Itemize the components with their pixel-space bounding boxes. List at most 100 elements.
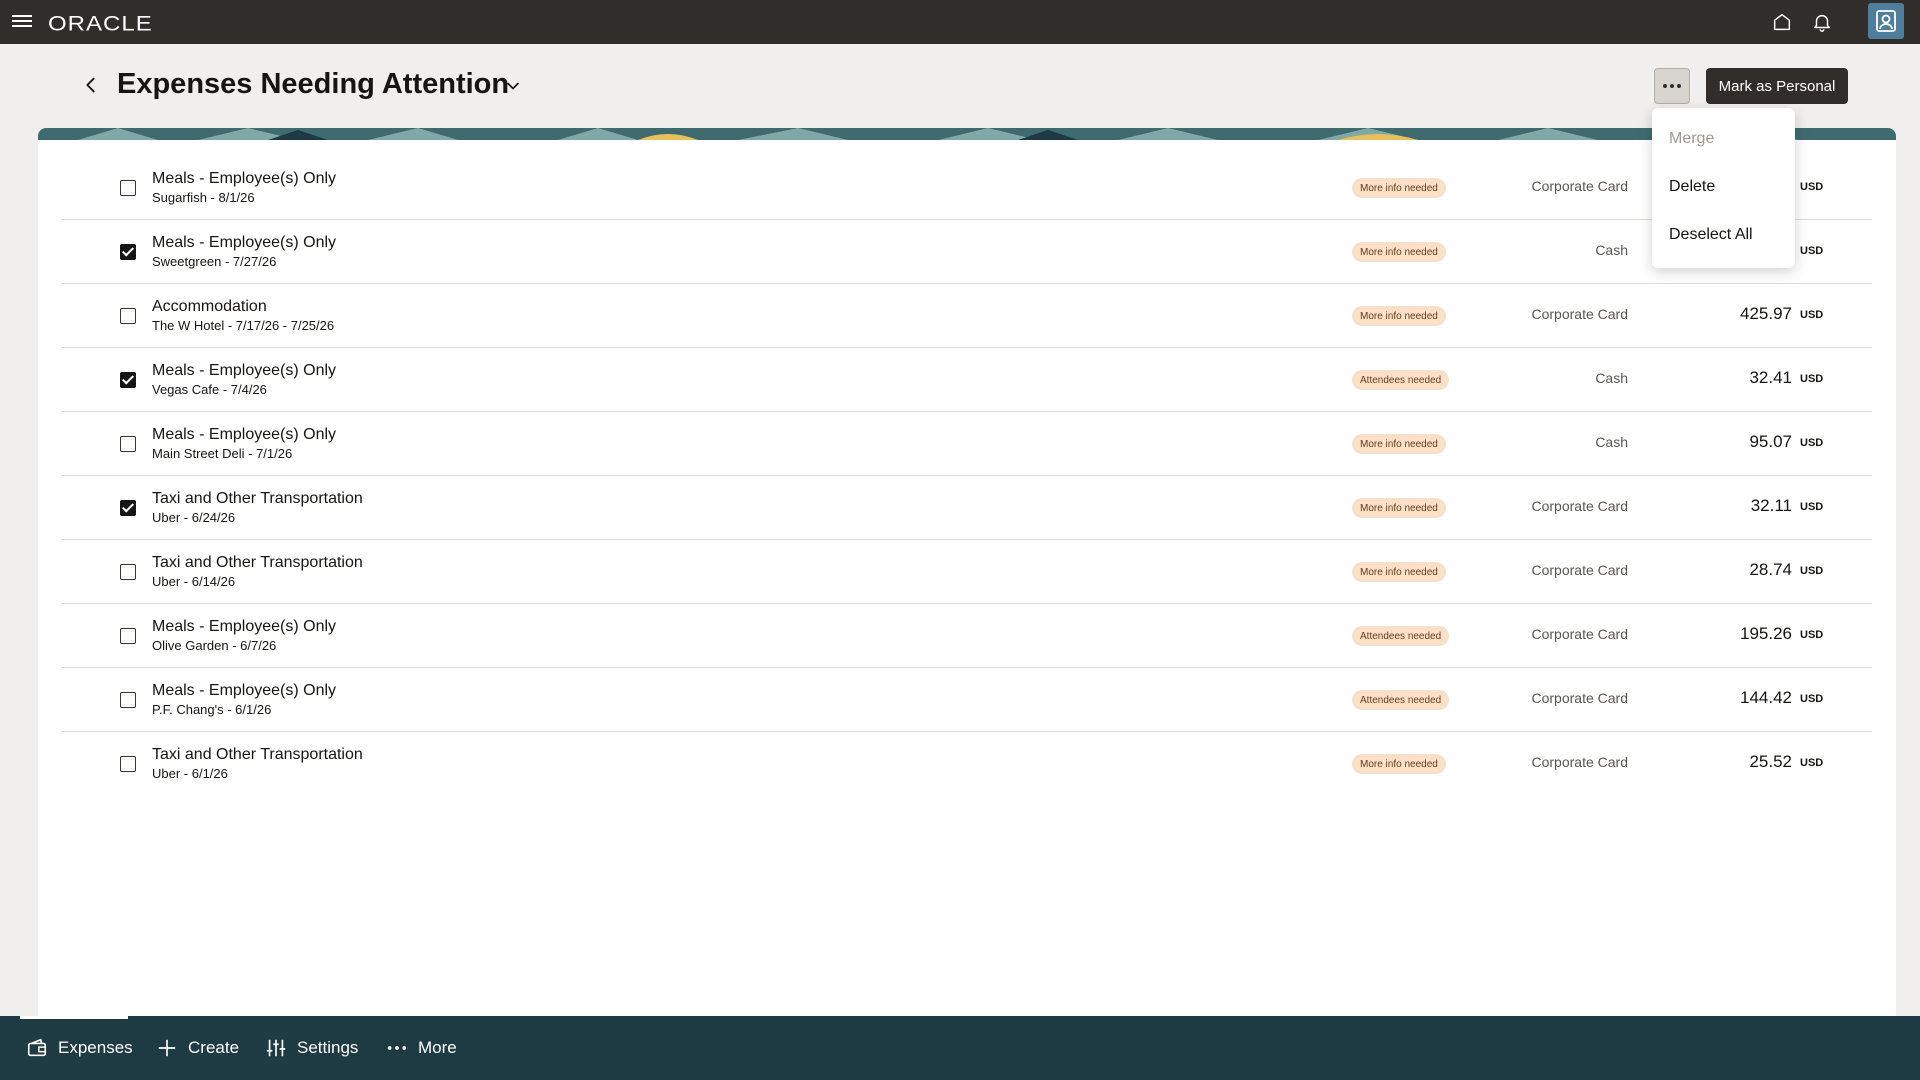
- expense-row[interactable]: Taxi and Other Transportation Uber - 6/14…: [62, 540, 1872, 604]
- row-checkbox[interactable]: [120, 628, 136, 644]
- expense-amount: 25.52: [1749, 752, 1792, 771]
- expense-type: Meals - Employee(s) Only: [152, 362, 337, 379]
- page-title: Expenses Needing Attention: [117, 68, 510, 100]
- expense-row[interactable]: Meals - Employee(s) Only Sweetgreen - 7/2…: [62, 220, 1872, 284]
- expense-merchant-date: Uber - 6/14/26: [152, 574, 236, 589]
- bottom-navigation: Expenses Create Settings More: [0, 1016, 1920, 1080]
- status-badge: More info needed: [1352, 498, 1446, 518]
- nav-settings-label: Settings: [297, 1038, 359, 1057]
- expense-row[interactable]: Meals - Employee(s) Only Olive Garden - 6…: [62, 604, 1872, 668]
- expense-merchant-date: Main Street Deli - 7/1/26: [152, 446, 293, 461]
- notifications-bell-icon[interactable]: [1811, 11, 1833, 33]
- row-checkbox[interactable]: [120, 372, 136, 388]
- nav-more-label: More: [418, 1038, 457, 1057]
- currency-code: USD: [1800, 245, 1824, 257]
- expense-type: Meals - Employee(s) Only: [152, 618, 337, 635]
- chevron-down-icon[interactable]: [503, 76, 523, 96]
- row-checkbox[interactable]: [120, 692, 136, 708]
- nav-expenses-label: Expenses: [58, 1038, 133, 1057]
- expenses-card: Meals - Employee(s) Only Sugarfish - 8/1/…: [38, 128, 1896, 1016]
- payment-method: Cash: [1595, 370, 1628, 386]
- payment-method: Corporate Card: [1531, 626, 1629, 642]
- status-badge: More info needed: [1352, 242, 1446, 262]
- back-arrow-icon[interactable]: [80, 74, 102, 96]
- payment-method: Corporate Card: [1531, 690, 1629, 706]
- user-avatar-icon: [1876, 10, 1896, 32]
- expense-row[interactable]: Meals - Employee(s) Only Sugarfish - 8/1/…: [62, 156, 1872, 220]
- status-badge: More info needed: [1352, 178, 1446, 198]
- currency-code: USD: [1800, 437, 1824, 449]
- nav-settings[interactable]: Settings: [265, 1016, 358, 1080]
- row-checkbox[interactable]: [120, 244, 136, 260]
- menu-item-deselect-all[interactable]: Deselect All: [1669, 226, 1753, 244]
- expense-merchant-date: Vegas Cafe - 7/4/26: [152, 382, 267, 397]
- dot: [1670, 84, 1674, 88]
- currency-code: USD: [1800, 629, 1824, 641]
- expense-merchant-date: Sweetgreen - 7/27/26: [152, 254, 277, 269]
- status-badge: More info needed: [1352, 306, 1446, 326]
- overflow-actions-button[interactable]: [1654, 68, 1690, 104]
- currency-code: USD: [1800, 501, 1824, 513]
- sliders-icon: [266, 1039, 286, 1057]
- status-badge: Attendees needed: [1352, 690, 1450, 710]
- expense-type: Accommodation: [152, 298, 267, 315]
- home-icon[interactable]: [1771, 11, 1793, 33]
- status-badge: Attendees needed: [1352, 370, 1450, 390]
- more-dots-icon: [387, 1046, 407, 1050]
- expense-row[interactable]: Taxi and Other Transportation Uber - 6/24…: [62, 476, 1872, 540]
- hamburger-menu-icon[interactable]: [12, 12, 32, 32]
- currency-code: USD: [1800, 693, 1824, 705]
- mark-as-personal-button[interactable]: Mark as Personal: [1706, 68, 1848, 104]
- payment-method: Corporate Card: [1531, 754, 1629, 770]
- nav-create-label: Create: [188, 1038, 240, 1057]
- row-checkbox[interactable]: [120, 436, 136, 452]
- row-checkbox[interactable]: [120, 308, 136, 324]
- nav-expenses[interactable]: Expenses: [20, 1016, 133, 1080]
- expense-type: Meals - Employee(s) Only: [152, 426, 337, 443]
- decorative-banner: [38, 128, 1896, 140]
- expense-type: Meals - Employee(s) Only: [152, 682, 337, 699]
- currency-code: USD: [1800, 565, 1824, 577]
- menu-item-delete[interactable]: Delete: [1669, 178, 1715, 196]
- payment-method: Corporate Card: [1531, 562, 1629, 578]
- currency-code: USD: [1800, 309, 1824, 321]
- user-profile-button[interactable]: [1868, 3, 1904, 39]
- expense-type: Meals - Employee(s) Only: [152, 170, 337, 187]
- expense-amount: 144.42: [1740, 688, 1792, 707]
- overflow-menu: Merge Delete Deselect All: [1652, 108, 1795, 268]
- dot: [1663, 84, 1667, 88]
- brand-logo: ORACLE: [48, 11, 153, 36]
- dot: [1677, 84, 1681, 88]
- row-checkbox[interactable]: [120, 756, 136, 772]
- expense-type: Taxi and Other Transportation: [152, 554, 363, 571]
- expense-row[interactable]: Meals - Employee(s) Only P.F. Chang's - 6…: [62, 668, 1872, 732]
- expense-row[interactable]: Taxi and Other Transportation Uber - 6/1/…: [62, 732, 1872, 796]
- expense-amount: 32.11: [1750, 496, 1792, 515]
- expense-amount: 28.74: [1749, 560, 1792, 579]
- payment-method: Corporate Card: [1531, 498, 1629, 514]
- payment-method: Corporate Card: [1531, 306, 1629, 322]
- expense-amount: 195.26: [1740, 624, 1792, 643]
- expense-merchant-date: Uber - 6/1/26: [152, 766, 228, 781]
- expense-row[interactable]: Accommodation The W Hotel - 7/17/26 - 7/2…: [62, 284, 1872, 348]
- wallet-icon: [27, 1038, 47, 1057]
- payment-method: Cash: [1595, 434, 1628, 450]
- currency-code: USD: [1800, 757, 1824, 769]
- nav-create[interactable]: Create: [156, 1016, 239, 1080]
- status-badge: More info needed: [1352, 754, 1446, 774]
- expense-amount: 425.97: [1740, 304, 1792, 323]
- status-badge: More info needed: [1352, 434, 1446, 454]
- nav-more[interactable]: More: [386, 1016, 457, 1080]
- expense-type: Taxi and Other Transportation: [152, 746, 363, 763]
- expense-merchant-date: Olive Garden - 6/7/26: [152, 638, 277, 653]
- expense-merchant-date: Uber - 6/24/26: [152, 510, 236, 525]
- expense-row[interactable]: Meals - Employee(s) Only Main Street Deli…: [62, 412, 1872, 476]
- currency-code: USD: [1800, 181, 1824, 193]
- row-checkbox[interactable]: [120, 180, 136, 196]
- expense-row[interactable]: Meals - Employee(s) Only Vegas Cafe - 7/4…: [62, 348, 1872, 412]
- row-checkbox[interactable]: [120, 564, 136, 580]
- row-checkbox[interactable]: [120, 500, 136, 516]
- plus-icon: [158, 1039, 176, 1057]
- menu-item-merge: Merge: [1669, 130, 1715, 147]
- expense-merchant-date: Sugarfish - 8/1/26: [152, 190, 255, 205]
